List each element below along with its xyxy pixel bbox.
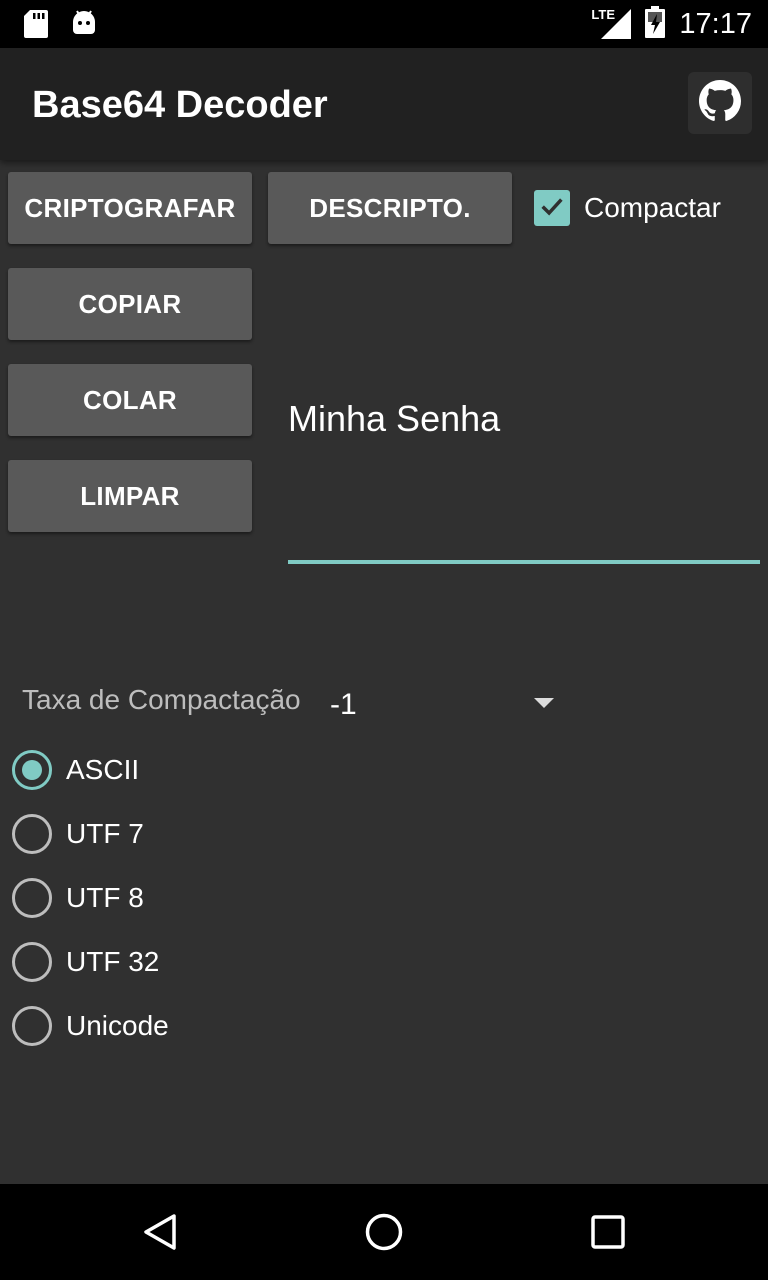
navigation-bar xyxy=(0,1184,768,1280)
battery-charging-icon xyxy=(645,5,666,43)
app-title: Base64 Decoder xyxy=(32,84,328,126)
paste-button[interactable]: COLAR xyxy=(8,364,252,436)
clock: 17:17 xyxy=(679,7,752,40)
radio-button-checked-icon[interactable] xyxy=(12,750,52,790)
android-icon xyxy=(70,10,98,43)
sd-card-icon xyxy=(24,10,48,43)
text-input-underline xyxy=(288,560,760,564)
radio-label: UTF 8 xyxy=(66,882,144,913)
back-icon[interactable] xyxy=(140,1212,180,1252)
radio-ascii[interactable]: ASCII xyxy=(12,750,139,790)
github-button[interactable] xyxy=(688,72,752,134)
clear-button[interactable]: LIMPAR xyxy=(8,460,252,532)
github-icon xyxy=(699,79,741,127)
dropdown-arrow-icon[interactable] xyxy=(534,698,554,708)
radio-label: UTF 7 xyxy=(66,818,144,849)
radio-button-icon[interactable] xyxy=(12,1006,52,1046)
encrypt-button[interactable]: CRIPTOGRAFAR xyxy=(8,172,252,244)
radio-utf32[interactable]: UTF 32 xyxy=(12,942,159,982)
radio-button-icon[interactable] xyxy=(12,878,52,918)
home-icon[interactable] xyxy=(364,1212,404,1252)
compress-checkbox[interactable]: Compactar xyxy=(534,190,721,226)
text-input[interactable]: Minha Senha xyxy=(288,398,760,566)
radio-label: Unicode xyxy=(66,1010,169,1041)
radio-label: ASCII xyxy=(66,754,140,785)
check-icon xyxy=(538,192,566,225)
app-bar: Base64 Decoder xyxy=(0,48,768,160)
text-input-value: Minha Senha xyxy=(288,398,501,439)
radio-button-icon[interactable] xyxy=(12,942,52,982)
compression-rate-label: Taxa de Compactação xyxy=(22,684,301,715)
network-type-label: LTE xyxy=(591,7,616,22)
checkbox-box[interactable] xyxy=(534,190,570,226)
recents-icon[interactable] xyxy=(588,1212,628,1252)
compress-label: Compactar xyxy=(584,192,721,223)
radio-utf7[interactable]: UTF 7 xyxy=(12,814,144,854)
signal-icon: LTE xyxy=(591,7,632,39)
radio-utf8[interactable]: UTF 8 xyxy=(12,878,144,918)
radio-button-icon[interactable] xyxy=(12,814,52,854)
status-bar: LTE 17:17 xyxy=(0,0,768,48)
compression-rate-spinner[interactable]: -1 xyxy=(330,688,357,722)
decrypt-button[interactable]: DESCRIPTO. xyxy=(268,172,512,244)
copy-button[interactable]: COPIAR xyxy=(8,268,252,340)
radio-label: UTF 32 xyxy=(66,946,160,977)
radio-unicode[interactable]: Unicode xyxy=(12,1006,169,1046)
